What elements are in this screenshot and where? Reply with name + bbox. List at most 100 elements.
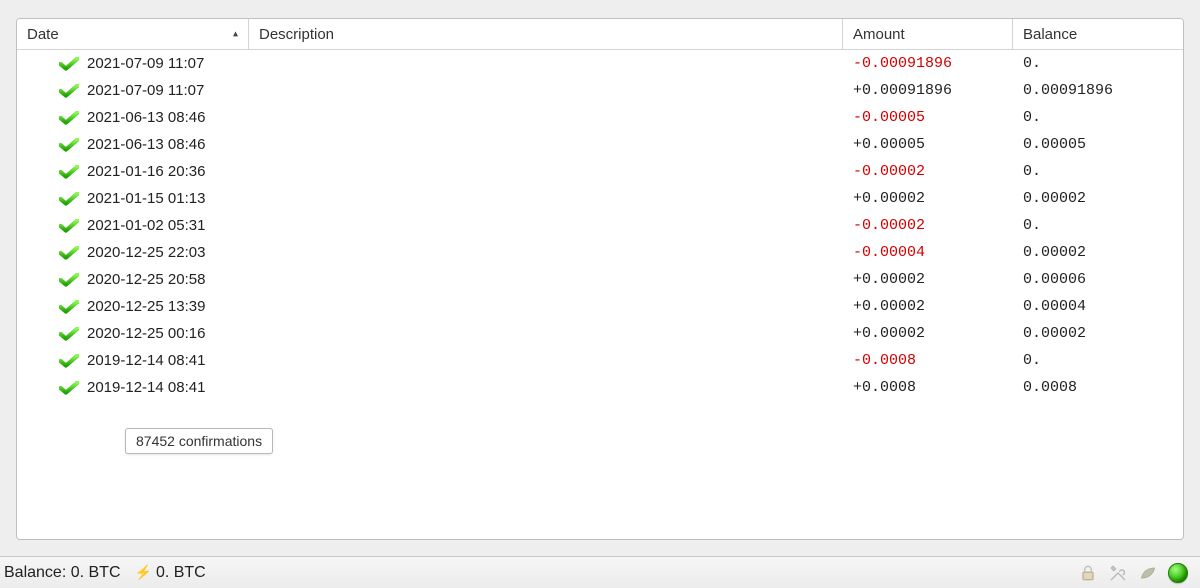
column-balance-label: Balance [1023,26,1077,43]
confirmed-check-icon [59,273,79,287]
confirmed-check-icon [59,246,79,260]
confirmed-check-icon [59,165,79,179]
confirmed-check-icon [59,192,79,206]
cell-date: 2020-12-25 22:03 [17,244,249,261]
column-header-amount[interactable]: Amount [843,19,1013,49]
column-header-date[interactable]: Date ▴ [17,19,249,49]
date-text: 2019-12-14 08:41 [87,379,205,396]
transactions-rows: 2021-07-09 11:07-0.000918960.2021-07-09 … [17,50,1183,401]
date-text: 2020-12-25 22:03 [87,244,205,261]
cell-date: 2021-06-13 08:46 [17,136,249,153]
cell-balance: 0.00005 [1013,136,1183,153]
seed-icon[interactable] [1138,563,1158,583]
cell-balance: 0.00002 [1013,244,1183,261]
date-text: 2021-06-13 08:46 [87,136,205,153]
date-text: 2020-12-25 20:58 [87,271,205,288]
transactions-panel: Date ▴ Description Amount Balance 2021-0… [16,18,1184,540]
cell-balance: 0.00004 [1013,298,1183,315]
cell-amount: +0.00005 [843,136,1013,153]
status-icons [1078,563,1194,583]
cell-date: 2021-07-09 11:07 [17,82,249,99]
cell-amount: -0.00004 [843,244,1013,261]
lock-icon[interactable] [1078,563,1098,583]
column-date-label: Date [27,26,59,43]
cell-date: 2020-12-25 13:39 [17,298,249,315]
table-row[interactable]: 2020-12-25 20:58 +0.000020.00006 [17,266,1183,293]
app-window: Date ▴ Description Amount Balance 2021-0… [0,0,1200,588]
status-balance: Balance: 0. BTC [4,564,121,582]
date-text: 2020-12-25 13:39 [87,298,205,315]
sort-ascending-icon: ▴ [233,29,238,40]
cell-date: 2019-12-14 08:41 [17,379,249,396]
column-header-balance[interactable]: Balance [1013,19,1183,49]
table-row[interactable]: 2020-12-25 22:03 -0.000040.00002 [17,239,1183,266]
date-text: 2021-01-02 05:31 [87,217,205,234]
column-header-description[interactable]: Description [249,19,843,49]
table-row[interactable]: 2021-06-13 08:46 -0.000050. [17,104,1183,131]
table-row[interactable]: 2021-01-15 01:13 +0.000020.00002 [17,185,1183,212]
date-text: 2021-07-09 11:07 [87,55,204,72]
cell-date: 2021-01-16 20:36 [17,163,249,180]
cell-amount: -0.00002 [843,217,1013,234]
table-row[interactable]: 2020-12-25 00:16 +0.000020.00002 [17,320,1183,347]
status-bar: Balance: 0. BTC ⚡0. BTC [0,556,1200,588]
cell-amount: -0.00005 [843,109,1013,126]
cell-amount: +0.00002 [843,298,1013,315]
tooltip-text: 87452 confirmations [136,433,262,449]
network-status-dot[interactable] [1168,563,1188,583]
table-row[interactable]: 2021-01-02 05:31 -0.000020. [17,212,1183,239]
confirmed-check-icon [59,84,79,98]
date-text: 2019-12-14 08:41 [87,352,205,369]
cell-date: 2021-07-09 11:07 [17,55,249,72]
date-text: 2021-06-13 08:46 [87,109,205,126]
cell-balance: 0. [1013,163,1183,180]
cell-amount: -0.00002 [843,163,1013,180]
cell-amount: -0.0008 [843,352,1013,369]
cell-balance: 0. [1013,217,1183,234]
table-row[interactable]: 2021-07-09 11:07 +0.000918960.00091896 [17,77,1183,104]
cell-balance: 0. [1013,109,1183,126]
status-lightning-text: 0. BTC [156,564,206,581]
confirmed-check-icon [59,327,79,341]
cell-amount: +0.00002 [843,325,1013,342]
cell-balance: 0.00002 [1013,325,1183,342]
cell-date: 2021-01-02 05:31 [17,217,249,234]
confirmed-check-icon [59,138,79,152]
table-row[interactable]: 2019-12-14 08:41 +0.00080.0008 [17,374,1183,401]
confirmed-check-icon [59,219,79,233]
column-amount-label: Amount [853,26,905,43]
cell-balance: 0. [1013,55,1183,72]
confirmations-tooltip: 87452 confirmations [125,428,273,454]
lightning-icon: ⚡ [135,564,152,580]
confirmed-check-icon [59,354,79,368]
tools-icon[interactable] [1108,563,1128,583]
table-header: Date ▴ Description Amount Balance [17,19,1183,50]
cell-balance: 0.00091896 [1013,82,1183,99]
table-row[interactable]: 2021-01-16 20:36 -0.000020. [17,158,1183,185]
cell-date: 2020-12-25 20:58 [17,271,249,288]
confirmed-check-icon [59,300,79,314]
date-text: 2021-07-09 11:07 [87,82,204,99]
cell-amount: +0.00091896 [843,82,1013,99]
cell-amount: +0.00002 [843,190,1013,207]
date-text: 2021-01-15 01:13 [87,190,205,207]
date-text: 2020-12-25 00:16 [87,325,205,342]
cell-amount: +0.00002 [843,271,1013,288]
cell-date: 2020-12-25 00:16 [17,325,249,342]
status-left: Balance: 0. BTC ⚡0. BTC [0,564,206,582]
column-description-label: Description [259,26,334,43]
cell-balance: 0.00002 [1013,190,1183,207]
cell-date: 2021-01-15 01:13 [17,190,249,207]
table-row[interactable]: 2019-12-14 08:41-0.00080. [17,347,1183,374]
cell-balance: 0.00006 [1013,271,1183,288]
confirmed-check-icon [59,111,79,125]
confirmed-check-icon [59,381,79,395]
cell-amount: -0.00091896 [843,55,1013,72]
cell-date: 2021-06-13 08:46 [17,109,249,126]
cell-balance: 0.0008 [1013,379,1183,396]
status-lightning: ⚡0. BTC [135,564,206,582]
table-row[interactable]: 2020-12-25 13:39 +0.000020.00004 [17,293,1183,320]
cell-amount: +0.0008 [843,379,1013,396]
table-row[interactable]: 2021-07-09 11:07 -0.000918960. [17,50,1183,77]
table-row[interactable]: 2021-06-13 08:46 +0.000050.00005 [17,131,1183,158]
